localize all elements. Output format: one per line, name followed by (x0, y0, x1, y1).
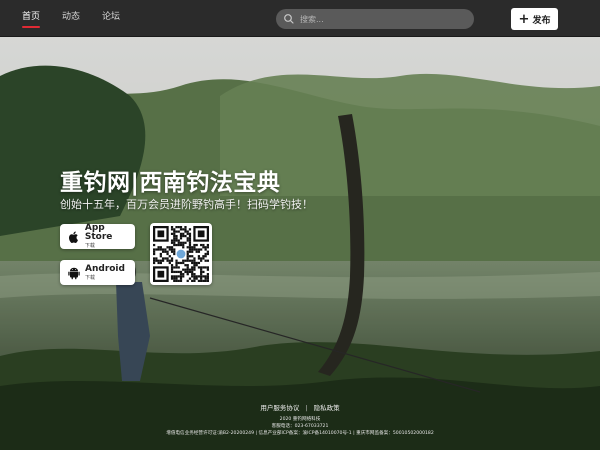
footer-divider: | (305, 404, 308, 412)
plus-icon: + (518, 11, 530, 27)
footer-links: 用户服务协议 | 隐私政策 (0, 402, 600, 412)
nav-item-forum[interactable]: 论坛 (102, 0, 120, 36)
apple-icon (68, 230, 79, 243)
nav-item-home[interactable]: 首页 (22, 0, 41, 36)
app-qr-code (150, 223, 212, 285)
main-nav: 首页 动态 论坛 (22, 0, 142, 36)
android-sublabel: 下载 (85, 274, 96, 281)
appstore-label: App Store (84, 223, 113, 242)
publish-button-label: 发布 (532, 15, 551, 26)
terms-link[interactable]: 用户服务协议 (260, 404, 299, 412)
privacy-link[interactable]: 隐私政策 (314, 404, 340, 412)
qr-code-icon (153, 226, 209, 282)
footer-license: 增值电信业务经营许可证:渝B2-20200249 | 信息产业部ICP备案：渝I… (166, 431, 434, 436)
publish-button[interactable]: + 发布 (511, 8, 558, 30)
search-icon (284, 14, 294, 24)
footer-hotline: 客服电话：023-67033721 (271, 424, 329, 429)
top-navbar: 首页 动态 论坛 + 发布 (0, 0, 600, 37)
android-label: Android (85, 263, 125, 274)
android-download-button[interactable]: Android 下载 (60, 260, 135, 285)
hero-title: 重钓网|西南钓法宝典 (60, 170, 281, 196)
nav-item-activity[interactable]: 动态 (62, 0, 80, 36)
search-input[interactable] (298, 13, 462, 25)
appstore-sublabel: 下载 (84, 243, 95, 249)
android-icon (68, 267, 80, 279)
hero-subtitle: 创始十五年，百万会员进阶野钓高手！扫码学钓技！ (60, 198, 313, 211)
search-box[interactable] (276, 9, 474, 29)
appstore-download-button[interactable]: App Store 下载 (60, 224, 135, 249)
page-footer: 用户服务协议 | 隐私政策 2020 重钓网络科技 客服电话：023-67033… (0, 402, 600, 437)
footer-company: 2020 重钓网络科技 (279, 417, 321, 422)
